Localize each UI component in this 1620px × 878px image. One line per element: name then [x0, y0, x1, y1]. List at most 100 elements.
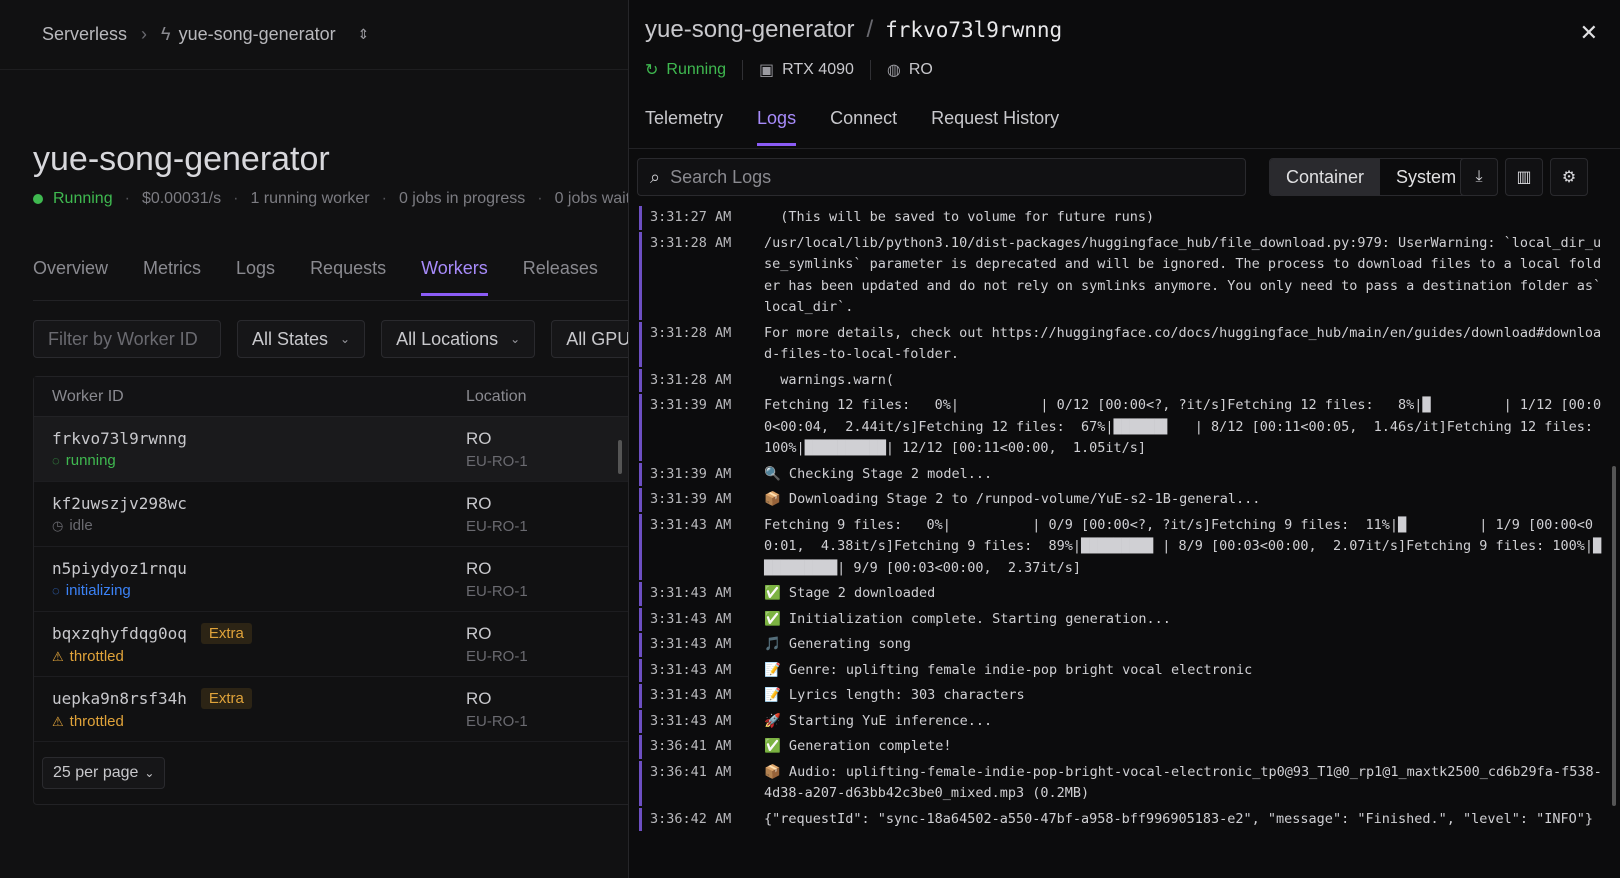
tab-releases[interactable]: Releases — [523, 258, 598, 296]
worker-id: kf2uwszjv298wc — [52, 494, 187, 513]
running-workers: 1 running worker — [250, 190, 370, 207]
log-timestamp: 3:31:28 AM — [650, 371, 732, 388]
log-timestamp: 3:31:43 AM — [650, 585, 732, 601]
divider — [869, 60, 871, 80]
chevron-updown-icon[interactable]: ⇕ — [358, 26, 370, 43]
log-timestamp: 3:31:39 AM — [650, 397, 732, 413]
initializing-spinner-icon: ◌ — [52, 583, 60, 598]
table-row[interactable]: frkvo73l9rwnng ◌ running RO EU-RO-1 — [34, 417, 628, 482]
gpu-chip-icon: ▣ — [759, 62, 775, 79]
log-timestamp: 3:31:39 AM — [650, 465, 732, 482]
status-dot-icon — [33, 194, 43, 204]
chevron-right-icon: › — [141, 24, 148, 44]
log-message: 📦 Audio: uplifting-female-indie-pop-brig… — [764, 763, 1602, 802]
tab-workers[interactable]: Workers — [421, 258, 488, 296]
breadcrumb-endpoint[interactable]: yue-song-generator — [179, 24, 336, 45]
table-scrollbar[interactable] — [618, 440, 622, 474]
worker-region: EU-RO-1 — [466, 582, 528, 600]
table-header: Worker ID Location — [34, 377, 628, 417]
log-message: Fetching 12 files: 0%| | 0/12 [00:00<?, … — [764, 397, 1602, 456]
table-row[interactable]: kf2uwszjv298wc ◷ idle RO EU-RO-1 — [34, 482, 628, 547]
log-message: /usr/local/lib/python3.10/dist-packages/… — [764, 234, 1602, 316]
tab-request-history[interactable]: Request History — [931, 108, 1059, 146]
endpoint-tabs: Overview Metrics Logs Requests Workers R… — [33, 258, 628, 296]
log-message: {"requestId": "sync-18a64502-a550-47bf-a… — [764, 810, 1594, 827]
log-line: 3:31:43 AM 📝 Genre: uplifting female indi… — [639, 658, 1611, 682]
log-line: 3:31:39 AM Fetching 12 files: 0%| | 0/12 … — [639, 394, 1611, 461]
locations-select[interactable]: All Locations ⌄ — [381, 320, 536, 358]
gpus-select[interactable]: All GPUs — [551, 320, 628, 358]
worker-filters: Filter by Worker ID All States ⌄ All Loca… — [33, 320, 628, 358]
log-line: 3:31:39 AM 🔍 Checking Stage 2 model... — [639, 462, 1611, 486]
log-timestamp: 3:31:28 AM — [650, 324, 732, 341]
page-title: yue-song-generator — [33, 140, 330, 178]
log-line: 3:36:41 AM ✅ Generation complete! — [639, 735, 1611, 759]
worker-id: n5piydyoz1rnqu — [52, 559, 187, 578]
worker-detail-panel: yue-song-generator / frkvo73l9rwnng ✕ ↻ R… — [628, 0, 1620, 878]
worker-id: bqxzqhyfdqg0oq — [52, 624, 187, 643]
log-line: 3:31:39 AM 📦 Downloading Stage 2 to /runp… — [639, 488, 1611, 512]
tab-connect[interactable]: Connect — [830, 108, 897, 146]
panel-endpoint-name: yue-song-generator — [645, 16, 855, 43]
endpoint-price: $0.00031/s — [141, 190, 222, 207]
log-timestamp: 3:31:43 AM — [650, 687, 732, 703]
extra-badge: Extra — [200, 623, 252, 644]
table-row[interactable]: bqxzqhyfdqg0oq Extra ⚠ throttled RO EU-RO-1 — [34, 612, 628, 677]
worker-status: Running — [666, 61, 727, 78]
log-message: 📝 Lyrics length: 303 characters — [764, 687, 1025, 703]
log-timestamp: 3:31:43 AM — [650, 661, 732, 678]
columns-icon[interactable]: ▥ — [1505, 158, 1543, 196]
extra-badge: Extra — [200, 688, 252, 709]
log-line: 3:31:43 AM 🎵 Generating song — [639, 633, 1611, 657]
log-line: 3:31:28 AM For more details, check out ht… — [639, 321, 1611, 367]
log-timestamp: 3:36:41 AM — [650, 763, 732, 780]
container-logs-button[interactable]: Container — [1270, 159, 1381, 195]
system-logs-button[interactable]: System — [1380, 159, 1472, 195]
worker-status: throttled — [69, 648, 124, 665]
log-line: 3:31:43 AM ✅ Initialization complete. Sta… — [639, 607, 1611, 631]
log-timestamp: 3:31:28 AM — [650, 234, 732, 251]
warning-icon: ⚠ — [52, 713, 64, 729]
download-icon[interactable]: ⤓ — [1460, 158, 1498, 196]
worker-region: EU-RO-1 — [466, 452, 528, 470]
close-icon[interactable]: ✕ — [1580, 20, 1598, 46]
log-line: 3:31:28 AM/usr/local/lib/python3.10/dist… — [639, 231, 1611, 320]
worker-id: frkvo73l9rwnng — [52, 429, 187, 448]
gpu-type: RTX 4090 — [782, 61, 854, 78]
states-select-value: All States — [252, 328, 329, 349]
per-page-select[interactable]: 25 per page ⌄ — [42, 757, 166, 789]
tab-overview[interactable]: Overview — [33, 258, 108, 296]
log-message: 🔍 Checking Stage 2 model... — [764, 465, 993, 482]
log-timestamp: 3:36:41 AM — [650, 738, 732, 754]
worker-status: throttled — [69, 713, 124, 730]
tab-metrics[interactable]: Metrics — [143, 258, 201, 296]
tab-logs[interactable]: Logs — [757, 108, 797, 146]
table-row[interactable]: n5piydyoz1rnqu ◌ initializing RO EU-RO-1 — [34, 547, 628, 612]
globe-icon: ◍ — [886, 62, 901, 79]
separator: · — [233, 190, 239, 207]
gear-icon[interactable]: ⚙ — [1550, 158, 1588, 196]
table-row[interactable]: uepka9n8rsf34h Extra ⚠ throttled RO EU-RO-1 — [34, 677, 628, 742]
tab-logs[interactable]: Logs — [236, 258, 275, 296]
log-message: 📝 Genre: uplifting female indie-pop brig… — [764, 661, 1253, 678]
pagination: 25 per page ⌄ — [34, 742, 628, 804]
gpus-select-value: All GPUs — [566, 328, 628, 349]
worker-id-filter-input[interactable]: Filter by Worker ID — [33, 320, 221, 358]
states-select[interactable]: All States ⌄ — [237, 320, 366, 358]
search-logs-input[interactable]: ⌕ Search Logs — [637, 158, 1246, 196]
bolt-icon: ϟ — [161, 24, 171, 44]
search-icon: ⌕ — [650, 166, 661, 187]
log-line: 3:31:43 AM 📝 Lyrics length: 303 character… — [639, 684, 1611, 708]
breadcrumb-serverless[interactable]: Serverless — [42, 24, 127, 45]
clock-icon: ◷ — [52, 517, 64, 533]
divider — [629, 148, 1620, 149]
tab-telemetry[interactable]: Telemetry — [645, 108, 723, 146]
log-message: ✅ Generation complete! — [764, 738, 952, 754]
log-list: 3:31:27 AM (This will be saved to volume… — [639, 206, 1611, 878]
worker-status: idle — [69, 517, 93, 534]
worker-status: running — [65, 452, 116, 469]
logs-scrollbar[interactable] — [1612, 466, 1616, 806]
log-message: ✅ Initialization complete. Starting gene… — [764, 610, 1171, 627]
divider — [33, 300, 628, 301]
tab-requests[interactable]: Requests — [310, 258, 386, 296]
